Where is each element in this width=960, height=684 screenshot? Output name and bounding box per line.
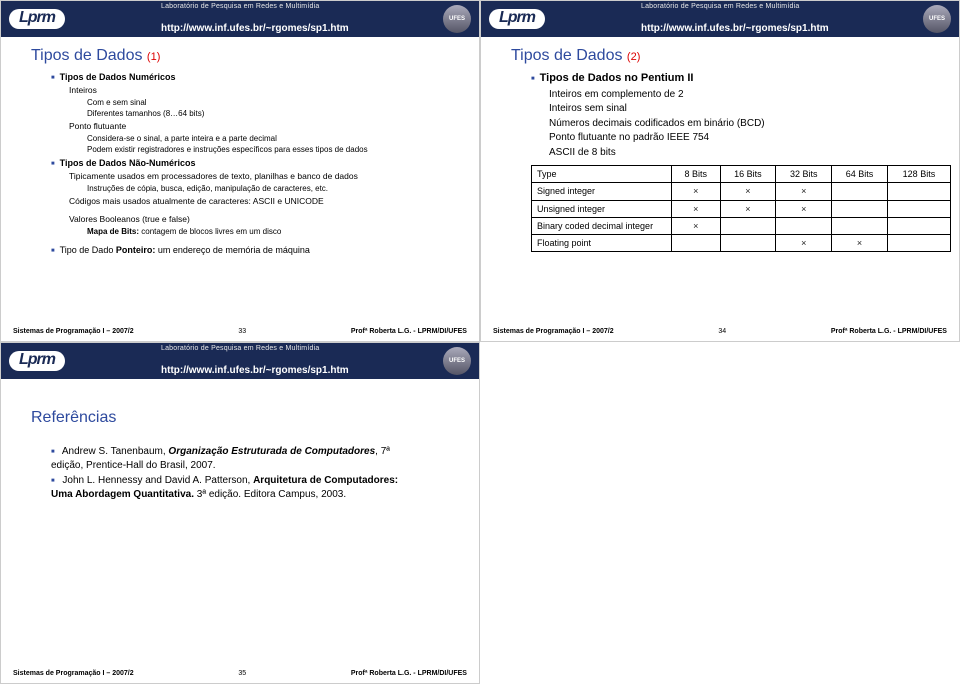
banner: Lprm Laboratório de Pesquisa em Redes e … (481, 1, 959, 37)
page-number: 35 (238, 670, 246, 677)
col-128bits: 128 Bits (887, 166, 950, 183)
empty-quadrant (480, 342, 960, 684)
page-number: 34 (718, 328, 726, 335)
table-header-row: Type 8 Bits 16 Bits 32 Bits 64 Bits 128 … (532, 166, 951, 183)
footer: Sistemas de Programação I – 2007/2 34 Pr… (481, 328, 959, 335)
footer-right: Profª Roberta L.G. - LPRM/DI/UFES (351, 670, 467, 677)
item-inteiros: Inteiros (69, 85, 459, 96)
item-nn-codigos: Códigos mais usados atualmente de caract… (69, 196, 459, 207)
item-nn-instrucoes: Instruções de cópia, busca, edição, mani… (87, 184, 459, 195)
ref-tanenbaum: Andrew S. Tanenbaum, Organização Estrutu… (51, 445, 459, 472)
slide-content: Tipos de Dados Numéricos Inteiros Com e … (1, 71, 479, 257)
slide-content: Tipos de Dados no Pentium II Inteiros em… (481, 71, 959, 252)
col-16bits: 16 Bits (720, 166, 776, 183)
ufes-logo: UFES (443, 347, 471, 375)
item-pf-partes: Considera-se o sinal, a parte inteira e … (87, 134, 459, 145)
banner: Lprm Laboratório de Pesquisa em Redes e … (1, 343, 479, 379)
banner-url: http://www.inf.ufes.br/~rgomes/sp1.htm (161, 365, 349, 376)
lprm-logo: Lprm (9, 347, 65, 375)
slide-35: Lprm Laboratório de Pesquisa em Redes e … (0, 342, 480, 684)
footer-left: Sistemas de Programação I – 2007/2 (493, 328, 614, 335)
item-booleanos: Valores Booleanos (true e false) (69, 214, 459, 225)
item-inteiros-tamanhos: Diferentes tamanhos (8…64 bits) (87, 109, 459, 120)
col-8bits: 8 Bits (672, 166, 721, 183)
banner: Lprm Laboratório de Pesquisa em Redes e … (1, 1, 479, 37)
footer-right: Profª Roberta L.G. - LPRM/DI/UFES (831, 328, 947, 335)
item-ascii: ASCII de 8 bits (549, 146, 939, 160)
ufes-logo: UFES (443, 5, 471, 33)
ref-hennessy-patterson: John L. Hennessy and David A. Patterson,… (51, 474, 459, 501)
banner-lab-label: Laboratório de Pesquisa em Redes e Multi… (161, 345, 319, 352)
page-number: 33 (238, 328, 246, 335)
item-pf-registradores: Podem existir registradores e instruções… (87, 145, 459, 156)
table-row: Floating point × × (532, 234, 951, 251)
table-row: Signed integer × × × (532, 183, 951, 200)
heading-numericos: Tipos de Dados Numéricos (51, 71, 459, 83)
banner-url: http://www.inf.ufes.br/~rgomes/sp1.htm (641, 23, 829, 34)
item-ieee754: Ponto flutuante no padrão IEEE 754 (549, 131, 939, 145)
slide-34: Lprm Laboratório de Pesquisa em Redes e … (480, 0, 960, 342)
slide-title: Tipos de Dados (2) (511, 47, 959, 65)
heading-pentium: Tipos de Dados no Pentium II (531, 71, 939, 86)
col-32bits: 32 Bits (776, 166, 832, 183)
item-int-sem-sinal: Inteiros sem sinal (549, 102, 939, 116)
slide-title: Referências (31, 409, 479, 427)
footer-left: Sistemas de Programação I – 2007/2 (13, 328, 134, 335)
item-mapa-bits: Mapa de Bits: contagem de blocos livres … (87, 227, 459, 238)
item-ponto-flutuante: Ponto flutuante (69, 121, 459, 132)
item-int-compl2: Inteiros em complemento de 2 (549, 88, 939, 102)
slide-content: Andrew S. Tanenbaum, Organização Estrutu… (1, 445, 479, 501)
footer: Sistemas de Programação I – 2007/2 33 Pr… (1, 328, 479, 335)
banner-lab-label: Laboratório de Pesquisa em Redes e Multi… (641, 3, 799, 10)
col-type: Type (532, 166, 672, 183)
lprm-logo: Lprm (9, 5, 65, 33)
slide-33: Lprm Laboratório de Pesquisa em Redes e … (0, 0, 480, 342)
item-inteiros-sinal: Com e sem sinal (87, 98, 459, 109)
col-64bits: 64 Bits (832, 166, 888, 183)
footer: Sistemas de Programação I – 2007/2 35 Pr… (1, 670, 479, 677)
ufes-logo: UFES (923, 5, 951, 33)
banner-url: http://www.inf.ufes.br/~rgomes/sp1.htm (161, 23, 349, 34)
item-nn-usados: Tipicamente usados em processadores de t… (69, 171, 459, 182)
types-table: Type 8 Bits 16 Bits 32 Bits 64 Bits 128 … (531, 165, 951, 252)
item-bcd: Números decimais codificados em binário … (549, 117, 939, 131)
table-row: Unsigned integer × × × (532, 200, 951, 217)
banner-lab-label: Laboratório de Pesquisa em Redes e Multi… (161, 3, 319, 10)
footer-right: Profª Roberta L.G. - LPRM/DI/UFES (351, 328, 467, 335)
lprm-logo: Lprm (489, 5, 545, 33)
table-row: Binary coded decimal integer × (532, 217, 951, 234)
slide-title: Tipos de Dados (1) (31, 47, 479, 65)
item-ponteiro: Tipo de Dado Ponteiro: um endereço de me… (51, 244, 459, 256)
footer-left: Sistemas de Programação I – 2007/2 (13, 670, 134, 677)
heading-nao-numericos: Tipos de Dados Não-Numéricos (51, 157, 459, 169)
